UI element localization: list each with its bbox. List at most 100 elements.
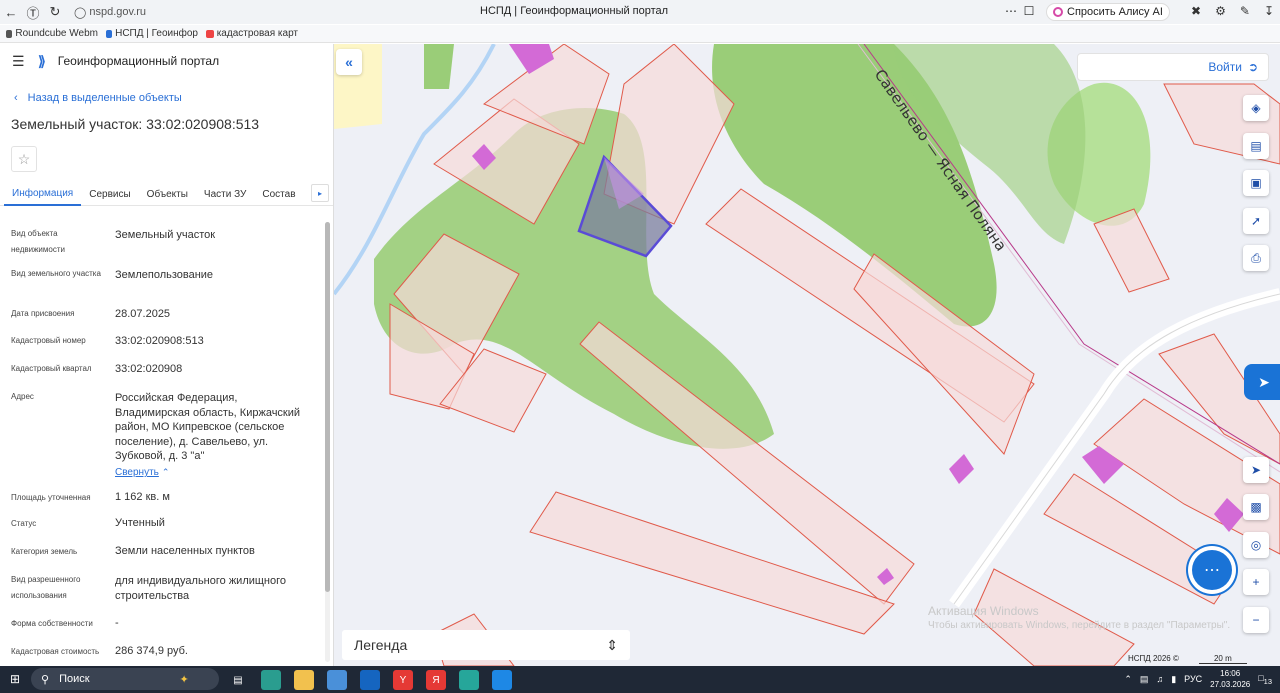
geolocation-icon: ◎ bbox=[1250, 538, 1262, 552]
taskbar-search[interactable]: ⚲ Поиск ✦ bbox=[31, 668, 219, 690]
network-icon[interactable]: ▤ bbox=[1140, 674, 1149, 685]
tab-composition[interactable]: Состав bbox=[254, 182, 303, 206]
plus-icon: + bbox=[1252, 575, 1260, 589]
back-to-selection-link[interactable]: ‹ Назад в выделенные объекты bbox=[14, 92, 333, 104]
yandex-icon[interactable]: Ⓣ bbox=[22, 3, 44, 22]
clock-date: 27.03.2026 bbox=[1210, 680, 1251, 689]
panel-header: ☰ ⟫ Геоинформационный портал bbox=[0, 44, 333, 78]
layers-button[interactable]: ◈ bbox=[1243, 95, 1269, 121]
favorite-star-button[interactable]: ☆ bbox=[11, 146, 37, 172]
share-icon: ➚ bbox=[1250, 214, 1262, 228]
field-value: 33:02:020908:513 bbox=[115, 335, 204, 347]
tab-services[interactable]: Сервисы bbox=[81, 182, 138, 206]
taskbar-apps: ▤ Y Я bbox=[228, 670, 512, 690]
vegetation-area bbox=[424, 44, 454, 89]
copilot-icon: ✦ bbox=[179, 673, 189, 686]
more-icon[interactable]: ⋯ ☐ bbox=[1005, 4, 1034, 18]
login-button[interactable]: Войти ➲ bbox=[1077, 53, 1269, 81]
collapse-link[interactable]: Свернуть ⌃ bbox=[115, 465, 315, 481]
navigation-arrow-icon: ➤ bbox=[1250, 463, 1262, 477]
scale-bar: 20 m bbox=[1198, 654, 1247, 664]
volume-icon[interactable]: ♫ bbox=[1156, 674, 1163, 684]
yandex-icon[interactable]: Я bbox=[426, 670, 446, 690]
field-label: Форма собственности bbox=[11, 619, 93, 628]
chevron-left-icon: ‹ bbox=[14, 92, 18, 104]
map-footer: НСПД 2026 © 20 m bbox=[1128, 654, 1247, 664]
zoom-out-button[interactable]: − bbox=[1243, 607, 1269, 633]
notifications-icon[interactable]: □13 bbox=[1258, 673, 1272, 686]
bookmark-icon[interactable]: ✎ bbox=[1240, 4, 1250, 18]
ruler-icon: ▤ bbox=[1250, 139, 1262, 153]
download-icon[interactable]: ↧ bbox=[1264, 4, 1274, 18]
outlook-icon[interactable] bbox=[360, 670, 380, 690]
menu-icon[interactable]: ☰ bbox=[12, 53, 26, 70]
clock[interactable]: 16:06 27.03.2026 bbox=[1210, 668, 1250, 690]
scrollbar-thumb[interactable] bbox=[325, 222, 330, 592]
collapse-panel-button[interactable]: « bbox=[336, 49, 362, 75]
tabs-scroll-right-icon[interactable]: ▸ bbox=[311, 184, 329, 202]
print-button[interactable]: ⎙ bbox=[1243, 245, 1269, 271]
map-canvas[interactable]: Савельево — Ясная Поляна bbox=[334, 44, 1280, 666]
back-label: Назад в выделенные объекты bbox=[27, 92, 182, 104]
back-icon[interactable]: ← bbox=[0, 5, 22, 20]
select-area-button[interactable]: ▣ bbox=[1243, 170, 1269, 196]
tab-info[interactable]: Информация bbox=[4, 182, 82, 206]
feedback-side-tab[interactable]: ➤ bbox=[1244, 364, 1280, 400]
select-area-icon: ▣ bbox=[1250, 176, 1262, 190]
alice-button[interactable]: Спросить Алису AI bbox=[1046, 3, 1170, 21]
field-label: Кадастровая стоимость bbox=[11, 647, 100, 656]
bookmark-label: Roundcube Webm bbox=[15, 28, 98, 39]
bookmark-roundcube[interactable]: Roundcube Webm bbox=[6, 28, 98, 39]
windows-start-icon[interactable]: ⊞ bbox=[10, 672, 20, 686]
lang-indicator[interactable]: РУС bbox=[1184, 674, 1202, 684]
info-panel: ☰ ⟫ Геоинформационный портал ‹ Назад в в… bbox=[0, 44, 334, 666]
bookmark-nspd[interactable]: НСПД | Геоинфор bbox=[106, 28, 198, 39]
field-label: Статус bbox=[11, 519, 37, 528]
info-tabs: Информация Сервисы Объекты Части ЗУ Сост… bbox=[0, 182, 333, 206]
battery-icon[interactable]: ▮ bbox=[1171, 674, 1176, 685]
messenger-icon[interactable] bbox=[492, 670, 512, 690]
map-area[interactable]: Савельево — Ясная Поляна « Войти ➲ ◈ ▤ ▣… bbox=[334, 44, 1280, 666]
field-value: Землепользование bbox=[115, 269, 214, 281]
legend-label: Легенда bbox=[354, 637, 408, 653]
locate-button[interactable]: ➤ bbox=[1243, 457, 1269, 483]
field-value: 1 162 кв. м bbox=[115, 491, 170, 503]
app-icon[interactable] bbox=[459, 670, 479, 690]
windows-taskbar: ⊞ ⚲ Поиск ✦ ▤ Y Я ⌃ ▤ ♫ ▮ РУС 16:06 27.0… bbox=[0, 666, 1280, 693]
portal-name: Геоинформационный портал bbox=[57, 54, 220, 68]
tab-parts[interactable]: Части ЗУ bbox=[196, 182, 254, 206]
field-value: - bbox=[115, 617, 119, 629]
panel-scrollbar[interactable] bbox=[325, 222, 330, 662]
address-bar[interactable]: ◯ nspd.gov.ru bbox=[74, 6, 354, 19]
store-icon[interactable] bbox=[327, 670, 347, 690]
field-value: 28.07.2025 bbox=[115, 308, 171, 320]
field-label: Вид объекта недвижимости bbox=[11, 229, 65, 254]
minimap-button[interactable]: ▩ bbox=[1243, 494, 1269, 520]
tab-objects[interactable]: Объекты bbox=[139, 182, 196, 206]
reload-icon[interactable]: ↻ bbox=[44, 4, 66, 20]
field-value: Учтенный bbox=[115, 517, 165, 529]
file-explorer-icon[interactable] bbox=[294, 670, 314, 690]
alice-icon bbox=[1053, 7, 1063, 17]
extensions-icon[interactable]: ⚙ bbox=[1215, 4, 1226, 18]
bookmark-cadastral[interactable]: кадастровая карт bbox=[206, 28, 298, 39]
share-button[interactable]: ➚ bbox=[1243, 208, 1269, 234]
windows-activation-text: Чтобы активировать Windows, перейдите в … bbox=[928, 620, 1231, 631]
task-view-icon[interactable]: ▤ bbox=[228, 670, 248, 690]
field-label: Вид разрешенного использования bbox=[11, 575, 81, 600]
object-title: Земельный участок: 33:02:020908:513 bbox=[11, 116, 260, 132]
edge-icon[interactable] bbox=[261, 670, 281, 690]
measure-button[interactable]: ▤ bbox=[1243, 133, 1269, 159]
notification-count: 13 bbox=[1263, 676, 1272, 686]
tools-icon[interactable]: ✖ bbox=[1191, 4, 1201, 18]
zoom-in-button[interactable]: + bbox=[1243, 569, 1269, 595]
field-value: 286 374,9 руб. bbox=[115, 645, 188, 657]
search-icon: ⚲ bbox=[41, 673, 50, 686]
collapse-label: Свернуть bbox=[115, 467, 159, 478]
geolocation-button[interactable]: ◎ bbox=[1243, 532, 1269, 558]
tray-arrow-icon[interactable]: ⌃ bbox=[1124, 674, 1132, 685]
legend-dropdown[interactable]: Легенда ⇕ bbox=[342, 630, 630, 660]
parcel[interactable] bbox=[1093, 208, 1170, 293]
yandex-browser-icon[interactable]: Y bbox=[393, 670, 413, 690]
chat-button[interactable]: ⋯ bbox=[1192, 550, 1232, 590]
